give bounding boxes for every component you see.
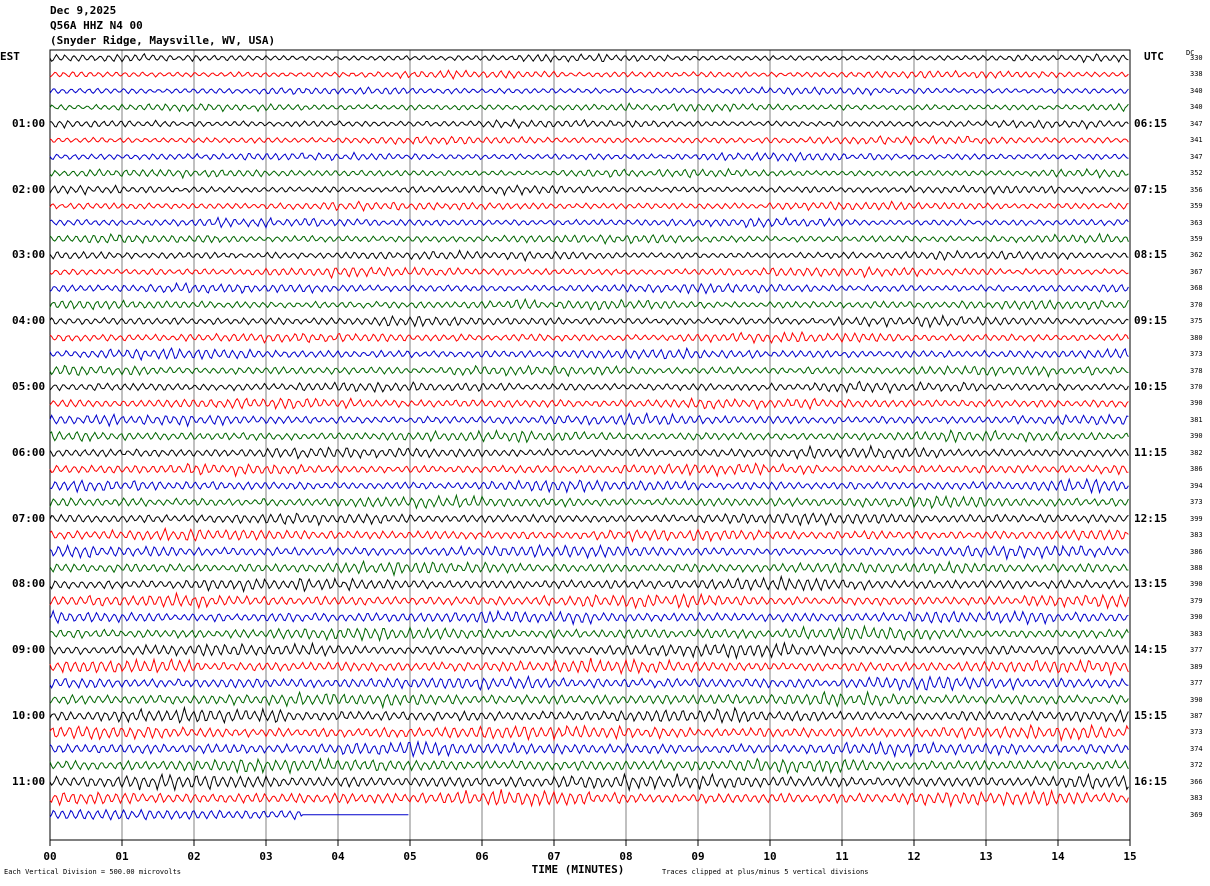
trace-row-1 [49, 52, 1129, 64]
plot-frame [49, 49, 1131, 841]
trace-row-26 [49, 462, 1129, 478]
trace-row-19 [49, 346, 1129, 362]
x-tick-label: 13 [979, 850, 992, 863]
trace-row-28 [49, 493, 1129, 510]
trace-row-11 [49, 216, 1129, 230]
trace-row-6 [49, 135, 1129, 146]
trace-row-45 [49, 772, 1129, 792]
trace-row-22 [49, 397, 1129, 411]
x-tick-label: 11 [835, 850, 849, 863]
trace-row-21 [49, 380, 1129, 395]
trace-row-18 [49, 330, 1129, 345]
trace-row-20 [49, 364, 1129, 378]
trace-row-16 [49, 297, 1129, 311]
x-tick-label: 10 [763, 850, 776, 863]
trace-row-33 [49, 574, 1129, 594]
trace-row-31 [49, 543, 1129, 561]
x-tick-label: 01 [115, 850, 129, 863]
trace-row-14 [49, 265, 1129, 280]
x-tick-label: 15 [1123, 850, 1136, 863]
x-axis-label: TIME (MINUTES) [532, 863, 625, 876]
trace-row-29 [49, 512, 1129, 527]
x-tick-label: 08 [619, 850, 632, 863]
trace-row-39 [49, 674, 1129, 692]
x-tick-label: 04 [331, 850, 345, 863]
trace-row-4 [49, 102, 1129, 113]
trace-row-8 [49, 167, 1129, 180]
x-tick-label: 07 [547, 850, 560, 863]
trace-row-13 [49, 249, 1129, 263]
trace-row-7 [49, 151, 1129, 163]
x-tick-label: 03 [259, 850, 272, 863]
trace-row-37 [49, 641, 1129, 660]
trace-row-15 [49, 281, 1129, 295]
x-tick-label: 06 [475, 850, 489, 863]
helicorder-plot: 00 01 02 03 04 05 06 07 08 09 10 11 12 13 14 15 TIME (MI… [43, 49, 1137, 876]
trace-row-40 [49, 690, 1129, 710]
trace-row-46 [49, 788, 1129, 808]
trace-row-34 [49, 591, 1129, 610]
trace-row-24 [49, 428, 1129, 444]
trace-row-35 [49, 609, 1129, 627]
trace-row-3 [49, 86, 1129, 97]
trace-row-32 [49, 559, 1129, 578]
clip-note: Traces clipped at plus/minus 5 vertical … [662, 868, 869, 876]
trace-row-9 [49, 184, 1129, 197]
trace-row-5 [49, 118, 1129, 131]
x-tick-label: 12 [907, 850, 920, 863]
trace-row-38 [49, 657, 1129, 677]
trace-row-30 [49, 526, 1129, 543]
trace-row-12 [49, 232, 1129, 246]
trace-row-25 [49, 444, 1129, 461]
trace-row-17 [49, 313, 1129, 329]
x-tick-label: 02 [187, 850, 200, 863]
trace-row-10 [49, 200, 1129, 213]
x-tick-label: 00 [43, 850, 56, 863]
x-tick-label: 09 [691, 850, 704, 863]
trace-row-44 [49, 757, 1129, 775]
trace-row-36 [49, 624, 1129, 643]
trace-row-47 [49, 808, 409, 821]
trace-row-43 [49, 739, 1129, 759]
trace-row-42 [49, 723, 1129, 743]
trace-row-2 [49, 69, 1129, 80]
x-tick-label: 05 [403, 850, 416, 863]
trace-row-23 [49, 412, 1129, 428]
scale-note: Each Vertical Division = 500.00 microvol… [4, 868, 182, 876]
trace-row-27 [49, 477, 1129, 495]
trace-row-41 [49, 705, 1129, 725]
x-tick-label: 14 [1051, 850, 1065, 863]
